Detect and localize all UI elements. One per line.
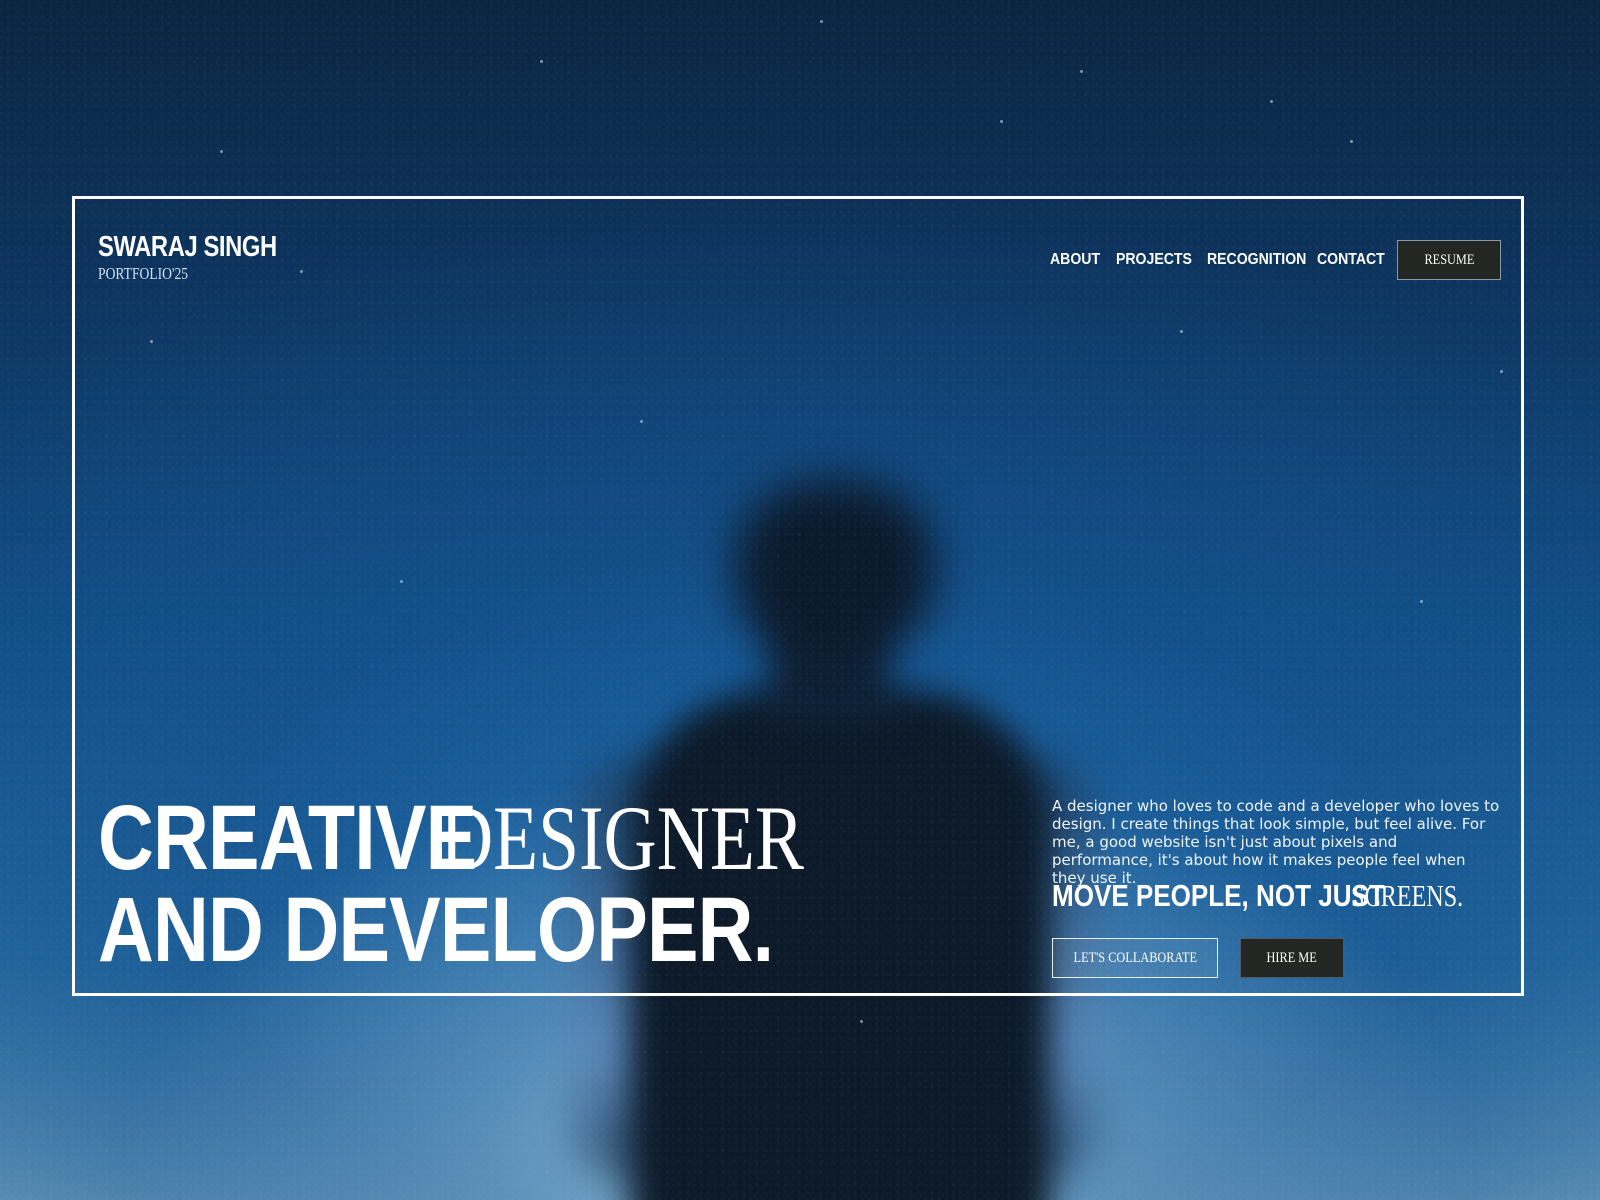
hero-heading: CREATIVE DESIGNER AND DEVELOPER. [98, 792, 902, 976]
tagline-serif: SCREENS. [1351, 878, 1464, 913]
collaborate-button[interactable]: LET'S COLLABORATE [1052, 938, 1218, 978]
resume-button[interactable]: RESUME [1397, 240, 1501, 280]
nav-link-projects[interactable]: PROJECTS [1116, 251, 1192, 269]
hire-me-button-label: HIRE ME [1266, 949, 1318, 966]
brand-name[interactable]: SWARAJ SINGH [98, 230, 277, 264]
hero-word-creative: CREATIVE [98, 787, 477, 889]
resume-button-label: RESUME [1424, 251, 1474, 268]
collaborate-button-label: LET'S COLLABORATE [1073, 949, 1197, 966]
hire-me-button[interactable]: HIRE ME [1240, 938, 1344, 978]
nav-link-recognition[interactable]: RECOGNITION [1207, 251, 1306, 269]
brand: SWARAJ SINGH PORTFOLIO'25 [98, 230, 316, 284]
nav-link-about[interactable]: ABOUT [1050, 251, 1100, 269]
hero-word-designer: DESIGNER [440, 787, 804, 889]
hero-line-2: AND DEVELOPER. [98, 884, 902, 976]
nav-link-contact[interactable]: CONTACT [1317, 251, 1385, 269]
tagline: MOVE PEOPLE, NOT JUST SCREENS. [1052, 878, 1463, 914]
intro-description: A designer who loves to code and a devel… [1052, 797, 1500, 887]
brand-subtitle: PORTFOLIO'25 [98, 264, 189, 283]
hero-line-1: CREATIVE DESIGNER [98, 792, 902, 884]
tagline-strong: MOVE PEOPLE, NOT JUST [1052, 878, 1385, 913]
hero-word-developer: AND DEVELOPER. [98, 879, 774, 981]
